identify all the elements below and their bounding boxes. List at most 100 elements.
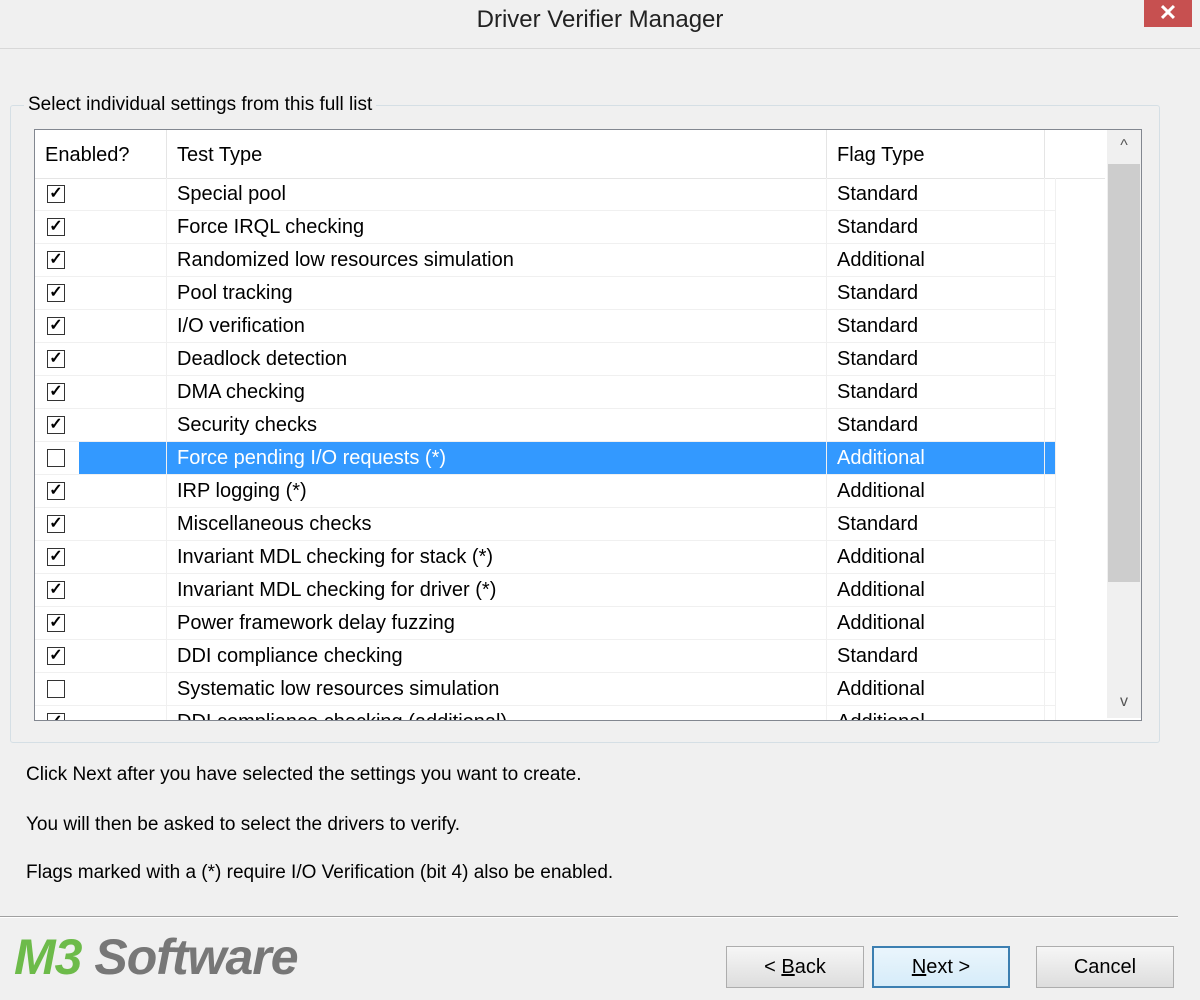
test-type-cell: DMA checking [167,376,827,409]
enabled-cell [35,442,167,475]
checkbox-checked[interactable]: ✓ [47,416,65,434]
row-filler [1045,409,1056,442]
flag-type-cell: Additional [827,541,1045,574]
table-row[interactable]: ✓ I/O verification Standard [35,310,1105,343]
checkbox-checked[interactable]: ✓ [47,581,65,599]
row-filler [1045,277,1056,310]
checkbox-checked[interactable]: ✓ [47,548,65,566]
enabled-cell: ✓ [35,574,167,607]
checkbox-checked[interactable]: ✓ [47,515,65,533]
checkbox-checked[interactable]: ✓ [47,647,65,665]
test-type-cell: Force pending I/O requests (*) [167,442,827,475]
row-filler [1045,673,1056,706]
close-button[interactable]: ✕ [1144,0,1192,27]
column-header-test-type[interactable]: Test Type [167,130,827,178]
footer-divider [0,916,1178,918]
checkbox-unchecked[interactable] [47,680,65,698]
test-type-cell: Systematic low resources simulation [167,673,827,706]
table-row[interactable]: ✓ IRP logging (*) Additional [35,475,1105,508]
table-row[interactable]: Systematic low resources simulation Addit… [35,673,1105,706]
checkbox-unchecked[interactable] [47,449,65,467]
list-header: Enabled? Test Type Flag Type [35,130,1105,179]
close-icon: ✕ [1158,0,1178,25]
checkbox-checked[interactable]: ✓ [47,251,65,269]
table-row[interactable]: ✓ Randomized low resources simulation Addi… [35,244,1105,277]
table-row[interactable]: ✓ DDI compliance checking Standard [35,640,1105,673]
table-row[interactable]: ✓ Invariant MDL checking for stack (*) Add… [35,541,1105,574]
enabled-cell: ✓ [35,310,167,343]
row-filler [1045,343,1056,376]
flag-type-cell: Standard [827,178,1045,211]
checkbox-checked[interactable]: ✓ [47,350,65,368]
cancel-button[interactable]: Cancel [1036,946,1174,988]
row-filler [1045,607,1056,640]
enabled-cell: ✓ [35,343,167,376]
checkbox-checked[interactable]: ✓ [47,218,65,236]
checkbox-checked[interactable]: ✓ [47,614,65,632]
table-row[interactable]: ✓ DMA checking Standard [35,376,1105,409]
enabled-cell: ✓ [35,508,167,541]
info-text-flags: Flags marked with a (*) require I/O Veri… [26,862,614,883]
row-filler [1045,541,1056,574]
info-text-next: Click Next after you have selected the s… [26,764,582,785]
table-row[interactable]: ✓ Pool tracking Standard [35,277,1105,310]
checkbox-checked[interactable]: ✓ [47,317,65,335]
enabled-cell: ✓ [35,541,167,574]
row-filler [1045,508,1056,541]
enabled-cell: ✓ [35,475,167,508]
next-button[interactable]: Next > [872,946,1010,988]
test-type-cell: Miscellaneous checks [167,508,827,541]
row-filler [1045,244,1056,277]
table-row[interactable]: ✓ Power framework delay fuzzing Additional [35,607,1105,640]
title-bar: Driver Verifier Manager ✕ [0,0,1200,49]
scroll-down-icon[interactable]: v [1107,686,1141,718]
column-header-filler [1045,130,1105,178]
row-filler [1045,475,1056,508]
checkbox-checked[interactable]: ✓ [47,482,65,500]
flag-type-cell: Additional [827,673,1045,706]
table-row[interactable]: ✓ Miscellaneous checks Standard [35,508,1105,541]
flag-type-cell: Additional [827,244,1045,277]
test-type-cell: Invariant MDL checking for driver (*) [167,574,827,607]
flag-type-cell: Standard [827,640,1045,673]
test-type-cell: DDI compliance checking (additional) [167,706,827,720]
flag-type-cell: Additional [827,475,1045,508]
table-row[interactable]: ✓ Force IRQL checking Standard [35,211,1105,244]
flag-type-cell: Additional [827,574,1045,607]
checkbox-checked[interactable]: ✓ [47,284,65,302]
enabled-cell: ✓ [35,376,167,409]
table-row[interactable]: ✓ Special pool Standard [35,178,1105,211]
row-filler [1045,706,1056,720]
enabled-cell: ✓ [35,607,167,640]
enabled-cell: ✓ [35,706,167,720]
info-text-drivers: You will then be asked to select the dri… [26,814,461,835]
back-button[interactable]: < Back [726,946,864,988]
enabled-cell [35,673,167,706]
table-row[interactable]: ✓ Security checks Standard [35,409,1105,442]
test-type-cell: Power framework delay fuzzing [167,607,827,640]
column-header-enabled[interactable]: Enabled? [35,130,167,178]
settings-list[interactable]: Enabled? Test Type Flag Type ✓ Special po… [34,129,1142,721]
table-row[interactable]: Force pending I/O requests (*) Additional [35,442,1105,475]
checkbox-checked[interactable]: ✓ [47,713,65,720]
flag-type-cell: Additional [827,607,1045,640]
flag-type-cell: Standard [827,508,1045,541]
row-filler [1045,574,1056,607]
column-header-flag-type[interactable]: Flag Type [827,130,1045,178]
checkbox-checked[interactable]: ✓ [47,185,65,203]
flag-type-cell: Standard [827,376,1045,409]
table-row[interactable]: ✓ DDI compliance checking (additional)Add… [35,706,1105,720]
checkbox-checked[interactable]: ✓ [47,383,65,401]
test-type-cell: DDI compliance checking [167,640,827,673]
scroll-up-icon[interactable]: ^ [1107,130,1141,162]
enabled-cell: ✓ [35,409,167,442]
enabled-cell: ✓ [35,178,167,211]
scrollbar-thumb[interactable] [1108,164,1140,582]
vertical-scrollbar[interactable]: ^ v [1107,130,1141,718]
test-type-cell: Pool tracking [167,277,827,310]
flag-type-cell: Additional [827,442,1045,475]
table-row[interactable]: ✓ Invariant MDL checking for driver (*) Ad… [35,574,1105,607]
table-row[interactable]: ✓ Deadlock detection Standard [35,343,1105,376]
enabled-cell: ✓ [35,211,167,244]
enabled-cell: ✓ [35,244,167,277]
